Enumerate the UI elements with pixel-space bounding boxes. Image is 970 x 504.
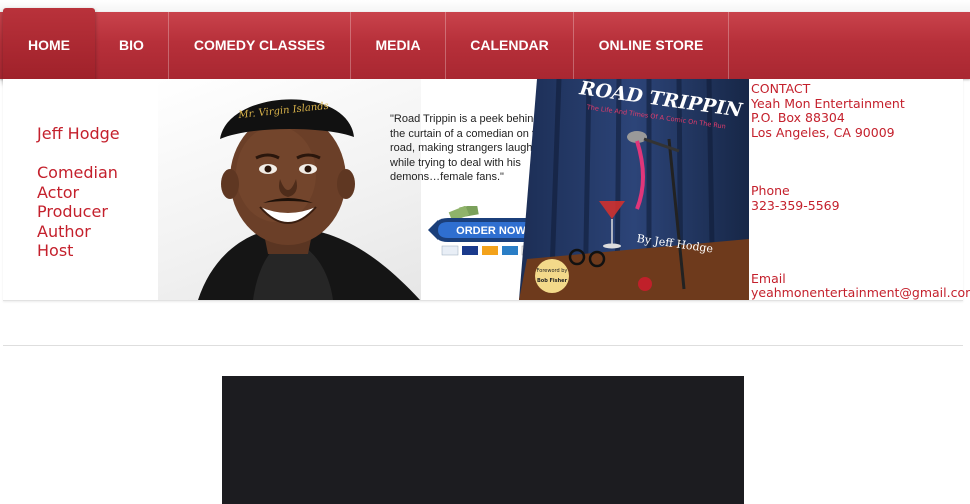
bio-sidebar: Jeff Hodge Comedian Actor Producer Autho… bbox=[37, 124, 120, 261]
contact-heading: CONTACT bbox=[751, 81, 811, 96]
role-producer: Producer bbox=[37, 202, 108, 221]
contact-address-line1: P.O. Box 88304 bbox=[751, 110, 845, 126]
nav-bio[interactable]: BIO bbox=[95, 12, 169, 79]
phone-label: Phone bbox=[751, 183, 790, 199]
performer-name: Jeff Hodge bbox=[37, 124, 120, 143]
order-now-label: ORDER NOW bbox=[456, 225, 526, 237]
contact-block: CONTACT Yeah Mon Entertainment P.O. Box … bbox=[751, 81, 970, 301]
foreword-name: Bob Fisher bbox=[537, 278, 568, 284]
role-actor: Actor bbox=[37, 182, 80, 202]
nav-media[interactable]: MEDIA bbox=[351, 12, 446, 79]
nav-online-store[interactable]: ONLINE STORE bbox=[574, 12, 729, 79]
section-divider bbox=[3, 345, 963, 346]
nav-calendar[interactable]: CALENDAR bbox=[446, 12, 574, 79]
book-cover[interactable]: ROAD TRIPPIN The Life And Times Of A Com… bbox=[519, 77, 749, 301]
phone-number[interactable]: 323-359-5569 bbox=[751, 198, 970, 214]
foreword-label: Foreword by bbox=[537, 268, 568, 274]
contact-address-line2: Los Angeles, CA 90009 bbox=[751, 124, 895, 140]
email-label: Email bbox=[751, 270, 786, 286]
nav-home[interactable]: HOME bbox=[3, 8, 95, 83]
performer-photo: Mr. Virgin Islands bbox=[158, 79, 421, 300]
role-author: Author bbox=[37, 221, 91, 241]
amex-icon bbox=[502, 246, 518, 255]
role-host: Host bbox=[37, 241, 74, 260]
main-nav: HOME BIO COMEDY CLASSES MEDIA CALENDAR O… bbox=[0, 8, 970, 83]
nav-comedy-classes[interactable]: COMEDY CLASSES bbox=[169, 12, 351, 79]
paypal-icon bbox=[441, 245, 459, 256]
mastercard-icon bbox=[482, 246, 498, 255]
video-player[interactable] bbox=[222, 376, 744, 504]
role-comedian: Comedian bbox=[37, 163, 118, 182]
email-link[interactable]: yeahmonentertainment@gmail.com bbox=[751, 286, 970, 301]
contact-company: Yeah Mon Entertainment bbox=[751, 95, 905, 111]
visa-icon bbox=[462, 246, 478, 255]
